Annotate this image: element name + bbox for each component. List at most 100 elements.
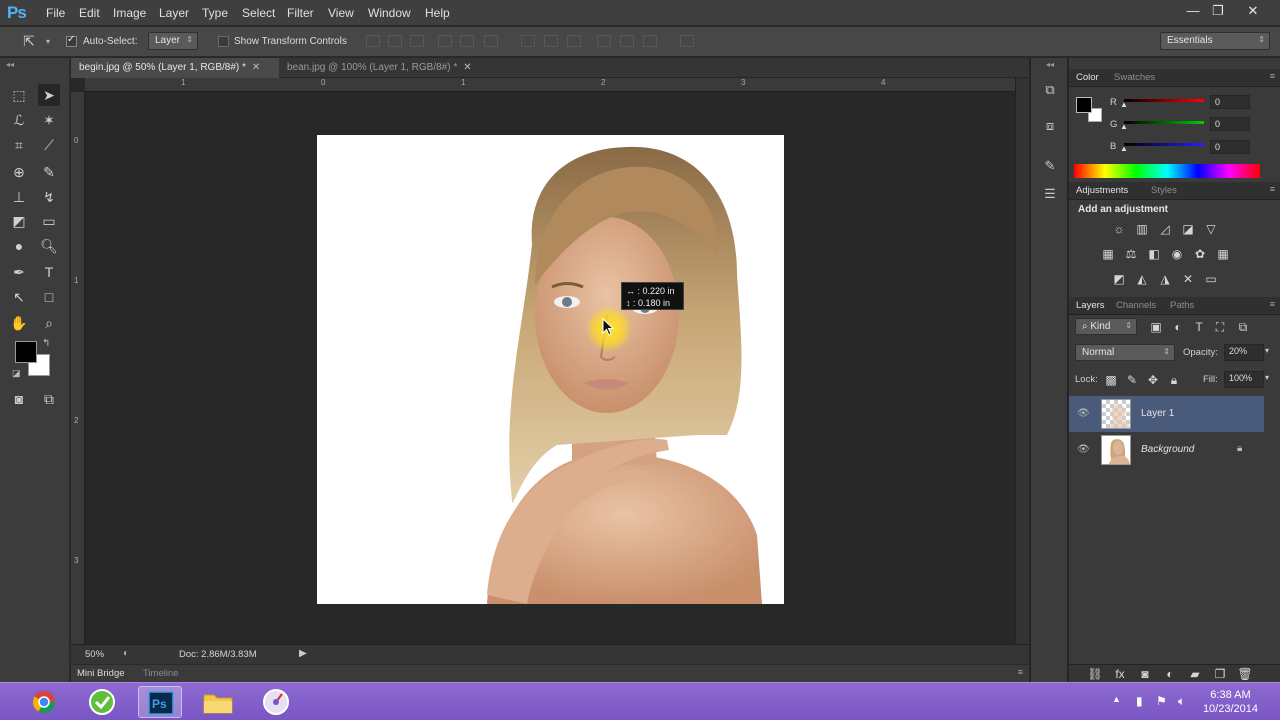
restore-button[interactable]: ❐ [1207,2,1229,20]
panel-menu-icon[interactable]: ≡ [1270,184,1275,194]
threshold-icon[interactable]: ◮ [1157,272,1173,286]
zoom-tool-icon[interactable]: ⌕ [38,312,60,334]
tab-styles[interactable]: Styles [1151,185,1177,196]
zoom-level[interactable]: 50% [85,649,104,660]
taskbar-media[interactable] [254,686,298,718]
volume-icon[interactable]: 🔈︎ [1178,694,1185,709]
photo-filter-icon[interactable]: ◉ [1169,247,1185,261]
history-brush-tool-icon[interactable]: ↯ [38,186,60,208]
tab-timeline[interactable]: Timeline [143,668,179,679]
new-group-icon[interactable]: ▰ [1187,667,1203,681]
tab-paths[interactable]: Paths [1170,300,1194,311]
lock-position-icon[interactable]: ✥ [1145,373,1161,387]
align-vcenter-icon[interactable] [388,35,402,47]
distribute-bottom-icon[interactable] [567,35,581,47]
tab-color[interactable]: Color [1076,72,1099,83]
magic-wand-tool-icon[interactable]: ✶ [38,109,60,131]
selective-color-icon[interactable]: ✕ [1180,272,1196,286]
path-selection-tool-icon[interactable]: ↖ [8,286,30,308]
channel-mixer-icon[interactable]: ✿ [1192,247,1208,261]
menu-filter[interactable]: Filter [287,6,314,20]
curves-icon[interactable]: ◿ [1157,222,1173,236]
canvas-area[interactable] [85,92,1015,644]
tab-channels[interactable]: Channels [1116,300,1156,311]
fill-dropdown-icon[interactable]: ▾ [1265,373,1269,382]
blend-mode-dropdown[interactable]: Normal ⇕ [1075,344,1175,361]
tray-expand-icon[interactable]: ▲ [1112,694,1121,704]
r-slider-thumb-icon[interactable]: ▲ [1120,100,1128,109]
quick-mask-icon[interactable]: ◙ [8,388,30,410]
layer-name[interactable]: Layer 1 [1141,408,1174,419]
exposure-icon[interactable]: ◪ [1180,222,1196,236]
link-layers-icon[interactable]: ⛓ [1087,667,1103,681]
menu-select[interactable]: Select [242,6,275,20]
close-button[interactable]: ✕ [1242,2,1264,20]
tab-mini-bridge[interactable]: Mini Bridge [77,668,125,679]
lasso-tool-icon[interactable]: ℒ [8,109,30,131]
layer-filter-dropdown[interactable]: ⌕ Kind ⇕ [1075,318,1137,335]
screen-mode-icon[interactable]: ⧉ [38,388,60,410]
distribute-vcenter-icon[interactable] [544,35,558,47]
panel-menu-icon[interactable]: ≡ [1018,667,1023,677]
distribute-right-icon[interactable] [643,35,657,47]
align-left-icon[interactable] [438,35,452,47]
black-white-icon[interactable]: ◧ [1146,247,1162,261]
close-icon[interactable]: ✕ [252,62,260,73]
tab-swatches[interactable]: Swatches [1114,72,1155,83]
auto-select-target-dropdown[interactable]: Layer ⇕ [148,32,198,50]
visibility-eye-icon[interactable]: 👁︎ [1077,444,1090,455]
posterize-icon[interactable]: ◭ [1134,272,1150,286]
filter-pixel-icon[interactable]: ▣ [1148,320,1164,334]
panel-menu-icon[interactable]: ≡ [1270,71,1275,81]
auto-align-icon[interactable] [680,35,694,47]
battery-icon[interactable]: ▮ [1136,694,1143,708]
opacity-dropdown-icon[interactable]: ▾ [1265,346,1269,355]
brush-tool-icon[interactable]: ✎ [38,161,60,183]
invert-icon[interactable]: ◩ [1111,272,1127,286]
brightness-contrast-icon[interactable]: ☼ [1111,222,1127,236]
b-value-field[interactable]: 0 [1210,140,1250,154]
type-tool-icon[interactable]: T [38,261,60,283]
color-lookup-icon[interactable]: ▦ [1215,247,1231,261]
tab-layers[interactable]: Layers [1076,300,1105,311]
eraser-tool-icon[interactable]: ◩ [8,210,30,232]
minimize-button[interactable]: — [1182,2,1204,20]
hue-saturation-icon[interactable]: ▦ [1100,247,1116,261]
gradient-map-icon[interactable]: ▭ [1203,272,1219,286]
distribute-left-icon[interactable] [597,35,611,47]
opacity-field[interactable]: 20% [1224,344,1264,361]
g-slider[interactable] [1124,121,1204,124]
new-adjustment-layer-icon[interactable]: ◐ [1162,667,1178,681]
dodge-tool-icon[interactable]: 🔍︎ [38,235,60,257]
add-mask-icon[interactable]: ◙ [1137,667,1153,681]
move-tool-icon[interactable]: ➤ [38,84,60,106]
menu-window[interactable]: Window [368,6,411,20]
b-slider[interactable] [1124,143,1204,146]
menu-file[interactable]: File [46,6,65,20]
color-fg-swatch[interactable] [1076,97,1092,113]
filter-adjustment-icon[interactable]: ◐ [1170,320,1186,334]
collapse-arrows-icon[interactable]: ◂◂ [6,60,14,69]
fill-field[interactable]: 100% [1224,371,1264,388]
menu-view[interactable]: View [328,6,354,20]
gradient-tool-icon[interactable]: ▭ [38,210,60,232]
new-layer-icon[interactable]: ❐ [1212,667,1228,681]
distribute-top-icon[interactable] [521,35,535,47]
swap-colors-icon[interactable]: ↰ [42,338,50,349]
action-center-icon[interactable]: ⚑ [1156,694,1167,708]
show-transform-checkbox[interactable] [218,36,229,47]
menu-edit[interactable]: Edit [79,6,100,20]
default-colors-icon[interactable]: ◪ [12,368,21,379]
move-tool-preset-icon[interactable]: ⇱ [18,30,40,52]
eyedropper-tool-icon[interactable]: ⟋ [38,134,60,156]
filter-type-icon[interactable]: T [1191,320,1207,334]
taskbar-explorer[interactable] [196,686,240,718]
align-right-icon[interactable] [484,35,498,47]
taskbar-chrome[interactable] [22,686,66,718]
visibility-eye-icon[interactable]: 👁︎ [1077,408,1090,419]
filter-smart-object-icon[interactable]: ⧉ [1235,320,1251,334]
crop-tool-icon[interactable]: ⌗ [8,134,30,156]
menu-type[interactable]: Type [202,6,228,20]
align-hcenter-icon[interactable] [460,35,474,47]
tab-bean[interactable]: bean.jpg @ 100% (Layer 1, RGB/8#) * ✕ [279,58,485,78]
